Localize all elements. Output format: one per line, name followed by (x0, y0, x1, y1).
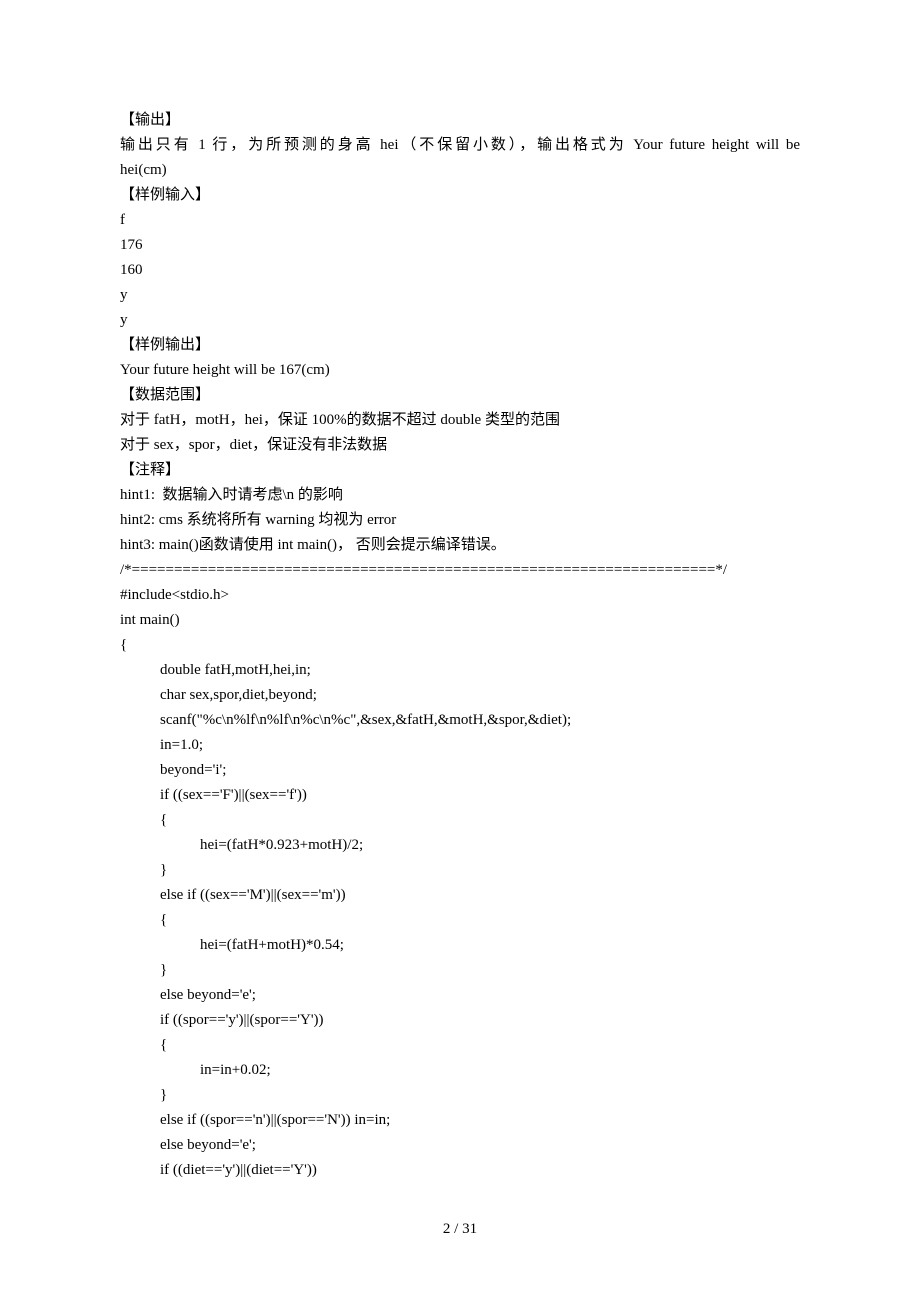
text-line: { (120, 633, 800, 658)
text-line: Your future height will be 167(cm) (120, 358, 800, 383)
text-line: hei(cm) (120, 158, 800, 183)
text-line: hei=(fatH*0.923+motH)/2; (120, 833, 800, 858)
text-line: if ((diet=='y')||(diet=='Y')) (120, 1158, 800, 1183)
text-line: beyond='i'; (120, 758, 800, 783)
text-line: if ((spor=='y')||(spor=='Y')) (120, 1008, 800, 1033)
text-line: } (120, 958, 800, 983)
text-line: 对于 fatH，motH，hei，保证 100%的数据不超过 double 类型… (120, 408, 800, 433)
text-line: #include<stdio.h> (120, 583, 800, 608)
text-line: 对于 sex，spor，diet，保证没有非法数据 (120, 433, 800, 458)
page-number: 2 / 31 (0, 1217, 920, 1242)
text-line: else if ((spor=='n')||(spor=='N')) in=in… (120, 1108, 800, 1133)
text-line: hint1: 数据输入时请考虑\n 的影响 (120, 483, 800, 508)
text-line: 【输出】 (120, 108, 800, 133)
text-line: { (120, 1033, 800, 1058)
text-line: hei=(fatH+motH)*0.54; (120, 933, 800, 958)
text-line: else if ((sex=='M')||(sex=='m')) (120, 883, 800, 908)
text-line: hint3: main()函数请使用 int main()， 否则会提示编译错误… (120, 533, 800, 558)
text-line: scanf("%c\n%lf\n%lf\n%c\n%c",&sex,&fatH,… (120, 708, 800, 733)
text-line: y (120, 283, 800, 308)
text-line: else beyond='e'; (120, 1133, 800, 1158)
document-body: 【输出】输出只有 1 行，为所预测的身高 hei（不保留小数），输出格式为 Yo… (120, 108, 800, 1183)
text-line: char sex,spor,diet,beyond; (120, 683, 800, 708)
text-line: } (120, 1083, 800, 1108)
text-line: in=in+0.02; (120, 1058, 800, 1083)
text-line: f (120, 208, 800, 233)
text-line: 【样例输出】 (120, 333, 800, 358)
text-line: int main() (120, 608, 800, 633)
text-line: } (120, 858, 800, 883)
text-line: 输出只有 1 行，为所预测的身高 hei（不保留小数），输出格式为 Your f… (120, 133, 800, 158)
text-line: if ((sex=='F')||(sex=='f')) (120, 783, 800, 808)
text-line: { (120, 808, 800, 833)
text-line: else beyond='e'; (120, 983, 800, 1008)
text-line: /*======================================… (120, 558, 800, 583)
document-page: 【输出】输出只有 1 行，为所预测的身高 hei（不保留小数），输出格式为 Yo… (0, 0, 920, 1302)
text-line: 【样例输入】 (120, 183, 800, 208)
text-line: 176 (120, 233, 800, 258)
text-line: y (120, 308, 800, 333)
text-line: double fatH,motH,hei,in; (120, 658, 800, 683)
text-line: in=1.0; (120, 733, 800, 758)
text-line: 160 (120, 258, 800, 283)
text-line: 【数据范围】 (120, 383, 800, 408)
text-line: 【注释】 (120, 458, 800, 483)
text-line: hint2: cms 系统将所有 warning 均视为 error (120, 508, 800, 533)
text-line: { (120, 908, 800, 933)
